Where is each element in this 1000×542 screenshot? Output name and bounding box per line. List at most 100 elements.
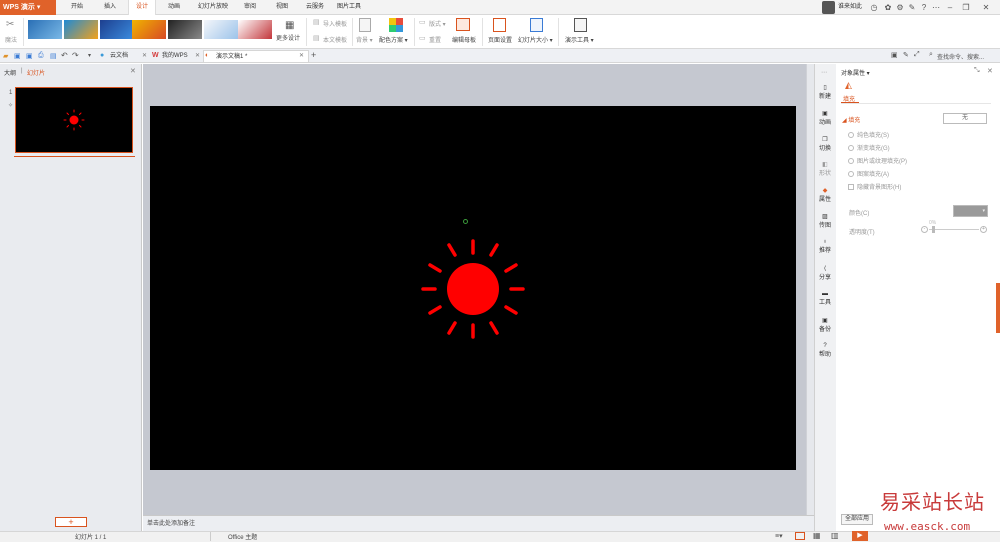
panel-collapse-tab[interactable] (996, 283, 1000, 333)
menu-start[interactable]: 开始 (62, 0, 92, 15)
strip-picture-button[interactable]: ▨ 传图 (814, 213, 836, 229)
strip-backup-button[interactable]: ▣ 备份 (814, 317, 836, 333)
avatar[interactable] (822, 1, 835, 14)
fill-section-header[interactable]: ◢ 填充 (842, 115, 860, 124)
close-panel-icon[interactable]: ✕ (130, 67, 136, 75)
menu-cloud[interactable]: 云服务 (300, 0, 330, 15)
strip-share-button[interactable]: ⟨ 分享 (814, 265, 836, 281)
close-tab-icon[interactable]: ✕ (299, 52, 304, 59)
design-thumb-1[interactable] (28, 20, 62, 39)
doc-tab-presentation1[interactable]: 演示文稿1 * (203, 50, 309, 62)
add-slide-button[interactable]: + (55, 517, 87, 527)
background-button[interactable]: 背景 ▾ (356, 35, 373, 44)
sun-shape[interactable] (416, 233, 530, 343)
export-icon[interactable]: ▣ (26, 52, 33, 60)
strip-animation-button[interactable]: ▣ 动画 (814, 110, 836, 126)
redo-icon[interactable]: ↷ (72, 51, 79, 60)
menu-slideshow[interactable]: 幻灯片放映 (191, 0, 235, 15)
reset-button[interactable]: 重置 (429, 35, 441, 44)
design-thumb-5[interactable] (168, 20, 202, 39)
close-tab-icon[interactable]: ✕ (142, 52, 147, 59)
strip-properties-button[interactable]: ◆ 属性 (814, 187, 836, 203)
feedback-icon[interactable]: ✎ (906, 0, 918, 15)
menu-design[interactable]: 设计 (128, 0, 156, 15)
fill-option-picture[interactable]: 图片或纹理填充(P) (848, 156, 907, 165)
panel-title-dropdown[interactable]: 对象属性 ▾ (841, 68, 870, 77)
tab-outline[interactable]: 大纲 (4, 68, 16, 77)
restore-icon[interactable]: ❐ (960, 0, 972, 15)
transparency-increase-icon[interactable]: + (980, 226, 987, 233)
collapse-ribbon-icon[interactable]: ▣ (891, 51, 898, 59)
menu-view[interactable]: 视图 (268, 0, 296, 15)
search-command-input[interactable]: 查找命令、搜索... (937, 52, 984, 61)
transparency-decrease-icon[interactable]: - (921, 226, 928, 233)
color-scheme-button[interactable]: 配色方案 ▾ (379, 35, 408, 44)
normal-view-icon[interactable] (795, 532, 805, 540)
app-menu-button[interactable]: WPS 演示 ▾ (0, 0, 56, 15)
undo-icon[interactable]: ↶ (61, 51, 68, 60)
hide-background-checkbox[interactable]: 隐藏背景图形(H) (848, 182, 901, 191)
open-icon[interactable]: ▰ (3, 52, 8, 60)
presentation-tools-button[interactable]: 演示工具 ▾ (565, 35, 594, 44)
customize-dropdown-icon[interactable]: ▾ (88, 52, 91, 59)
menu-review[interactable]: 审阅 (236, 0, 264, 15)
menu-picture-tools[interactable]: 图片工具 (332, 0, 366, 15)
notes-toggle-icon[interactable]: ≡▾ (775, 532, 783, 540)
new-tab-icon[interactable]: + (311, 50, 316, 60)
skin-icon[interactable]: ✿ (882, 0, 894, 15)
sorter-view-icon[interactable]: ▦ (813, 531, 821, 540)
transparency-slider-thumb[interactable] (932, 226, 935, 233)
close-tab-icon[interactable]: ✕ (195, 52, 200, 59)
slide-thumbnail[interactable] (15, 87, 133, 153)
fill-option-solid[interactable]: 纯色填充(S) (848, 130, 889, 139)
vertical-scrollbar[interactable] (806, 64, 814, 515)
design-thumb-6[interactable] (204, 20, 238, 39)
menu-animation[interactable]: 动画 (160, 0, 188, 15)
settings-icon[interactable]: ⚙ (894, 0, 906, 15)
layout-button[interactable]: 版式 ▾ (429, 19, 446, 28)
more-icon[interactable]: ⋯ (930, 0, 942, 15)
close-panel-icon[interactable]: ✕ (987, 67, 993, 75)
fill-option-pattern[interactable]: 图案填充(A) (848, 169, 889, 178)
page-setup-button[interactable]: 页面设置 (488, 35, 512, 44)
edit-master-button[interactable]: 编辑母板 (452, 35, 476, 44)
rotate-handle-icon[interactable] (463, 219, 468, 224)
slide-size-button[interactable]: 幻灯片大小 ▾ (518, 35, 553, 44)
import-template-button[interactable]: 导入模板 (323, 19, 347, 28)
strip-new-button[interactable]: ▯ 新建 (814, 84, 836, 100)
pin-icon[interactable]: ✎ (903, 51, 909, 59)
design-thumb-4[interactable] (132, 20, 166, 39)
play-slideshow-button[interactable]: ▶ (852, 531, 868, 541)
strip-tools-button[interactable]: ▬ 工具 (814, 291, 836, 306)
notes-placeholder[interactable]: 单击此处添加备注 (147, 518, 195, 527)
strip-transition-button[interactable]: ❐ 切换 (814, 136, 836, 152)
apply-all-button[interactable]: 全部应用 (841, 514, 873, 525)
expand-icon[interactable]: ⤢ (914, 51, 920, 59)
minimize-icon[interactable]: – (944, 0, 956, 15)
design-thumb-2[interactable] (64, 20, 98, 39)
print-icon[interactable]: ⎙ (38, 52, 44, 60)
strip-help-button[interactable]: ? 帮助 (814, 343, 836, 358)
fill-option-gradient[interactable]: 渐变填充(G) (848, 143, 890, 152)
help-icon[interactable]: ? (918, 0, 930, 15)
preview-icon[interactable]: ▤ (50, 52, 57, 60)
notes-pane[interactable] (143, 515, 814, 531)
more-designs-button[interactable]: 更多设计 (276, 33, 300, 42)
tab-slides[interactable]: 幻灯片 (27, 68, 45, 77)
strip-recommend-button[interactable]: ♁ 推荐 (814, 239, 836, 254)
dock-panel-icon[interactable]: ⤡ (974, 67, 980, 75)
clock-icon[interactable]: ◷ (868, 0, 880, 15)
fill-none-button[interactable]: 无 (943, 113, 987, 124)
transparency-slider[interactable] (929, 229, 979, 230)
menu-insert[interactable]: 插入 (95, 0, 125, 15)
color-picker-button[interactable]: ▾ (953, 205, 988, 217)
reading-view-icon[interactable]: ▥ (831, 531, 839, 540)
user-name[interactable]: 谁来如此 (838, 0, 862, 15)
magic-button[interactable]: 魔法 (5, 35, 17, 44)
design-thumb-7[interactable] (238, 20, 272, 39)
close-icon[interactable]: ✕ (980, 0, 992, 15)
this-template-button[interactable]: 本文模板 (323, 35, 347, 44)
save-icon[interactable]: ▣ (14, 52, 21, 60)
design-thumb-3[interactable] (100, 20, 134, 39)
strip-shape-button[interactable]: ◧ 形状 (814, 161, 836, 177)
